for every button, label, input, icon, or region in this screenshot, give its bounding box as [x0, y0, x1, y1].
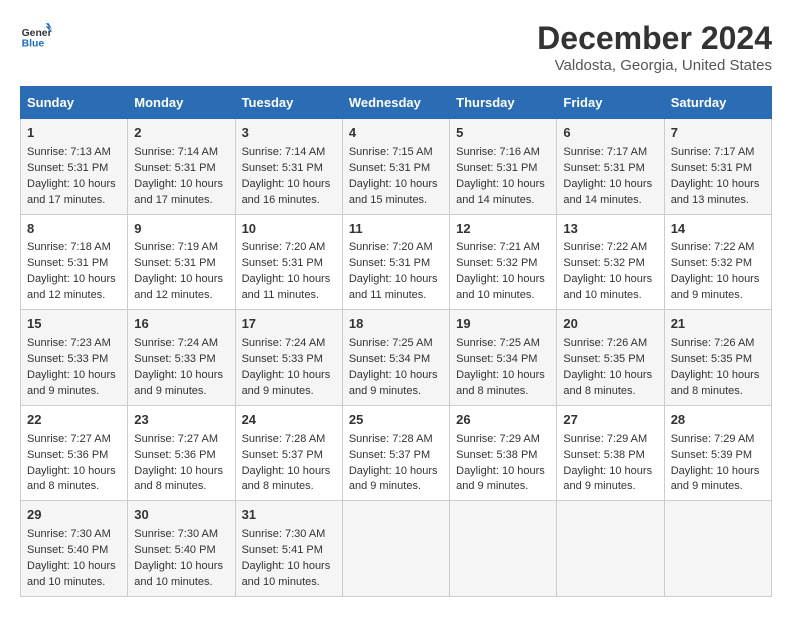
day-cell: 3Sunrise: 7:14 AMSunset: 5:31 PMDaylight… — [235, 119, 342, 215]
day-number: 23 — [134, 411, 228, 430]
day-number: 15 — [27, 315, 121, 334]
day-number: 11 — [349, 220, 443, 239]
col-header-saturday: Saturday — [664, 87, 771, 119]
day-cell: 21Sunrise: 7:26 AMSunset: 5:35 PMDayligh… — [664, 310, 771, 406]
day-cell: 20Sunrise: 7:26 AMSunset: 5:35 PMDayligh… — [557, 310, 664, 406]
day-cell: 16Sunrise: 7:24 AMSunset: 5:33 PMDayligh… — [128, 310, 235, 406]
day-cell — [450, 501, 557, 597]
day-number: 1 — [27, 124, 121, 143]
day-cell: 11Sunrise: 7:20 AMSunset: 5:31 PMDayligh… — [342, 214, 449, 310]
day-number: 19 — [456, 315, 550, 334]
day-cell: 31Sunrise: 7:30 AMSunset: 5:41 PMDayligh… — [235, 501, 342, 597]
location: Valdosta, Georgia, United States — [537, 57, 772, 74]
week-row-4: 22Sunrise: 7:27 AMSunset: 5:36 PMDayligh… — [21, 405, 772, 501]
day-cell: 1Sunrise: 7:13 AMSunset: 5:31 PMDaylight… — [21, 119, 128, 215]
day-cell: 8Sunrise: 7:18 AMSunset: 5:31 PMDaylight… — [21, 214, 128, 310]
day-number: 16 — [134, 315, 228, 334]
day-number: 29 — [27, 506, 121, 525]
week-row-5: 29Sunrise: 7:30 AMSunset: 5:40 PMDayligh… — [21, 501, 772, 597]
column-headers: SundayMondayTuesdayWednesdayThursdayFrid… — [21, 87, 772, 119]
day-number: 18 — [349, 315, 443, 334]
day-number: 7 — [671, 124, 765, 143]
day-cell: 7Sunrise: 7:17 AMSunset: 5:31 PMDaylight… — [664, 119, 771, 215]
day-cell: 22Sunrise: 7:27 AMSunset: 5:36 PMDayligh… — [21, 405, 128, 501]
day-cell — [342, 501, 449, 597]
day-number: 26 — [456, 411, 550, 430]
month-year: December 2024 — [537, 20, 772, 57]
day-cell — [664, 501, 771, 597]
day-cell: 10Sunrise: 7:20 AMSunset: 5:31 PMDayligh… — [235, 214, 342, 310]
col-header-tuesday: Tuesday — [235, 87, 342, 119]
day-number: 6 — [563, 124, 657, 143]
svg-text:General: General — [22, 28, 52, 39]
svg-text:Blue: Blue — [22, 38, 45, 49]
day-cell: 19Sunrise: 7:25 AMSunset: 5:34 PMDayligh… — [450, 310, 557, 406]
col-header-thursday: Thursday — [450, 87, 557, 119]
day-number: 13 — [563, 220, 657, 239]
day-number: 24 — [242, 411, 336, 430]
week-row-1: 1Sunrise: 7:13 AMSunset: 5:31 PMDaylight… — [21, 119, 772, 215]
week-row-2: 8Sunrise: 7:18 AMSunset: 5:31 PMDaylight… — [21, 214, 772, 310]
day-cell: 18Sunrise: 7:25 AMSunset: 5:34 PMDayligh… — [342, 310, 449, 406]
day-number: 8 — [27, 220, 121, 239]
calendar-table: SundayMondayTuesdayWednesdayThursdayFrid… — [20, 86, 772, 597]
logo-icon: General Blue — [20, 20, 52, 52]
day-number: 27 — [563, 411, 657, 430]
day-cell: 2Sunrise: 7:14 AMSunset: 5:31 PMDaylight… — [128, 119, 235, 215]
day-number: 3 — [242, 124, 336, 143]
day-cell: 4Sunrise: 7:15 AMSunset: 5:31 PMDaylight… — [342, 119, 449, 215]
day-cell: 12Sunrise: 7:21 AMSunset: 5:32 PMDayligh… — [450, 214, 557, 310]
day-cell: 5Sunrise: 7:16 AMSunset: 5:31 PMDaylight… — [450, 119, 557, 215]
day-number: 25 — [349, 411, 443, 430]
day-number: 22 — [27, 411, 121, 430]
day-number: 4 — [349, 124, 443, 143]
col-header-sunday: Sunday — [21, 87, 128, 119]
logo: General Blue — [20, 20, 52, 52]
day-cell: 17Sunrise: 7:24 AMSunset: 5:33 PMDayligh… — [235, 310, 342, 406]
col-header-monday: Monday — [128, 87, 235, 119]
col-header-wednesday: Wednesday — [342, 87, 449, 119]
day-cell: 23Sunrise: 7:27 AMSunset: 5:36 PMDayligh… — [128, 405, 235, 501]
day-cell: 27Sunrise: 7:29 AMSunset: 5:38 PMDayligh… — [557, 405, 664, 501]
day-cell: 14Sunrise: 7:22 AMSunset: 5:32 PMDayligh… — [664, 214, 771, 310]
title-area: December 2024 Valdosta, Georgia, United … — [537, 20, 772, 74]
day-cell: 28Sunrise: 7:29 AMSunset: 5:39 PMDayligh… — [664, 405, 771, 501]
day-number: 9 — [134, 220, 228, 239]
day-number: 2 — [134, 124, 228, 143]
day-number: 30 — [134, 506, 228, 525]
day-number: 17 — [242, 315, 336, 334]
day-number: 28 — [671, 411, 765, 430]
day-cell: 15Sunrise: 7:23 AMSunset: 5:33 PMDayligh… — [21, 310, 128, 406]
day-cell: 24Sunrise: 7:28 AMSunset: 5:37 PMDayligh… — [235, 405, 342, 501]
day-cell: 30Sunrise: 7:30 AMSunset: 5:40 PMDayligh… — [128, 501, 235, 597]
day-cell: 6Sunrise: 7:17 AMSunset: 5:31 PMDaylight… — [557, 119, 664, 215]
day-number: 12 — [456, 220, 550, 239]
header: General Blue December 2024 Valdosta, Geo… — [20, 20, 772, 74]
day-number: 20 — [563, 315, 657, 334]
day-cell: 29Sunrise: 7:30 AMSunset: 5:40 PMDayligh… — [21, 501, 128, 597]
day-cell: 26Sunrise: 7:29 AMSunset: 5:38 PMDayligh… — [450, 405, 557, 501]
day-number: 14 — [671, 220, 765, 239]
day-cell: 13Sunrise: 7:22 AMSunset: 5:32 PMDayligh… — [557, 214, 664, 310]
day-cell: 25Sunrise: 7:28 AMSunset: 5:37 PMDayligh… — [342, 405, 449, 501]
col-header-friday: Friday — [557, 87, 664, 119]
day-cell: 9Sunrise: 7:19 AMSunset: 5:31 PMDaylight… — [128, 214, 235, 310]
day-number: 10 — [242, 220, 336, 239]
day-number: 5 — [456, 124, 550, 143]
week-row-3: 15Sunrise: 7:23 AMSunset: 5:33 PMDayligh… — [21, 310, 772, 406]
day-number: 31 — [242, 506, 336, 525]
day-cell — [557, 501, 664, 597]
day-number: 21 — [671, 315, 765, 334]
